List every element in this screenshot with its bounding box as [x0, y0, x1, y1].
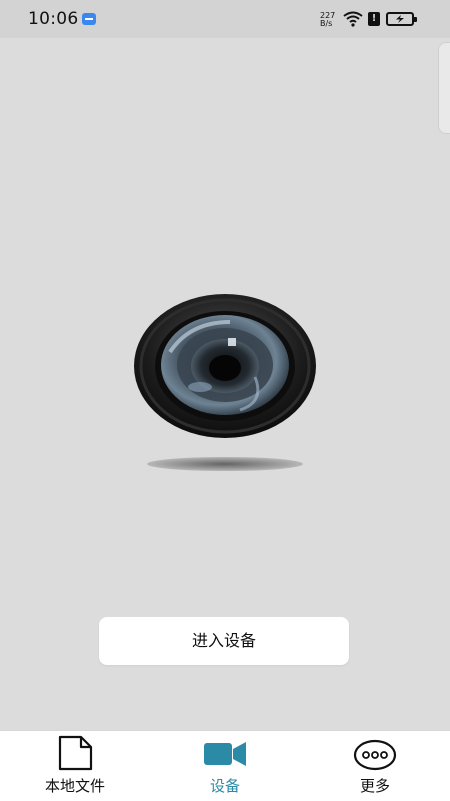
usb-debug-icon — [82, 13, 96, 25]
enter-device-button[interactable]: 进入设备 — [99, 617, 349, 665]
camera-lens-icon — [134, 294, 316, 438]
file-icon — [58, 735, 93, 771]
nav-label-device: 设备 — [209, 777, 240, 795]
nav-item-more[interactable]: 更多 — [300, 731, 450, 801]
lens-shadow — [147, 457, 303, 471]
status-bar: 10:06 227 B/s ! — [0, 0, 450, 38]
network-speed: 227 B/s — [320, 12, 335, 28]
alert-icon: ! — [368, 12, 380, 26]
video-camera-icon — [204, 742, 246, 766]
nav-label-local-files: 本地文件 — [44, 777, 105, 795]
edge-panel-handle[interactable] — [438, 42, 450, 134]
nav-item-local-files[interactable]: 本地文件 — [0, 731, 150, 801]
network-speed-unit: B/s — [320, 19, 333, 28]
nav-label-more: 更多 — [359, 777, 390, 795]
bottom-nav: 本地文件 设备 更多 — [0, 730, 450, 801]
status-time: 10:06 — [28, 9, 79, 29]
nav-item-device[interactable]: 设备 — [150, 731, 300, 801]
wifi-icon — [343, 11, 363, 27]
battery-charging-icon — [386, 12, 417, 26]
more-icon — [353, 739, 397, 771]
